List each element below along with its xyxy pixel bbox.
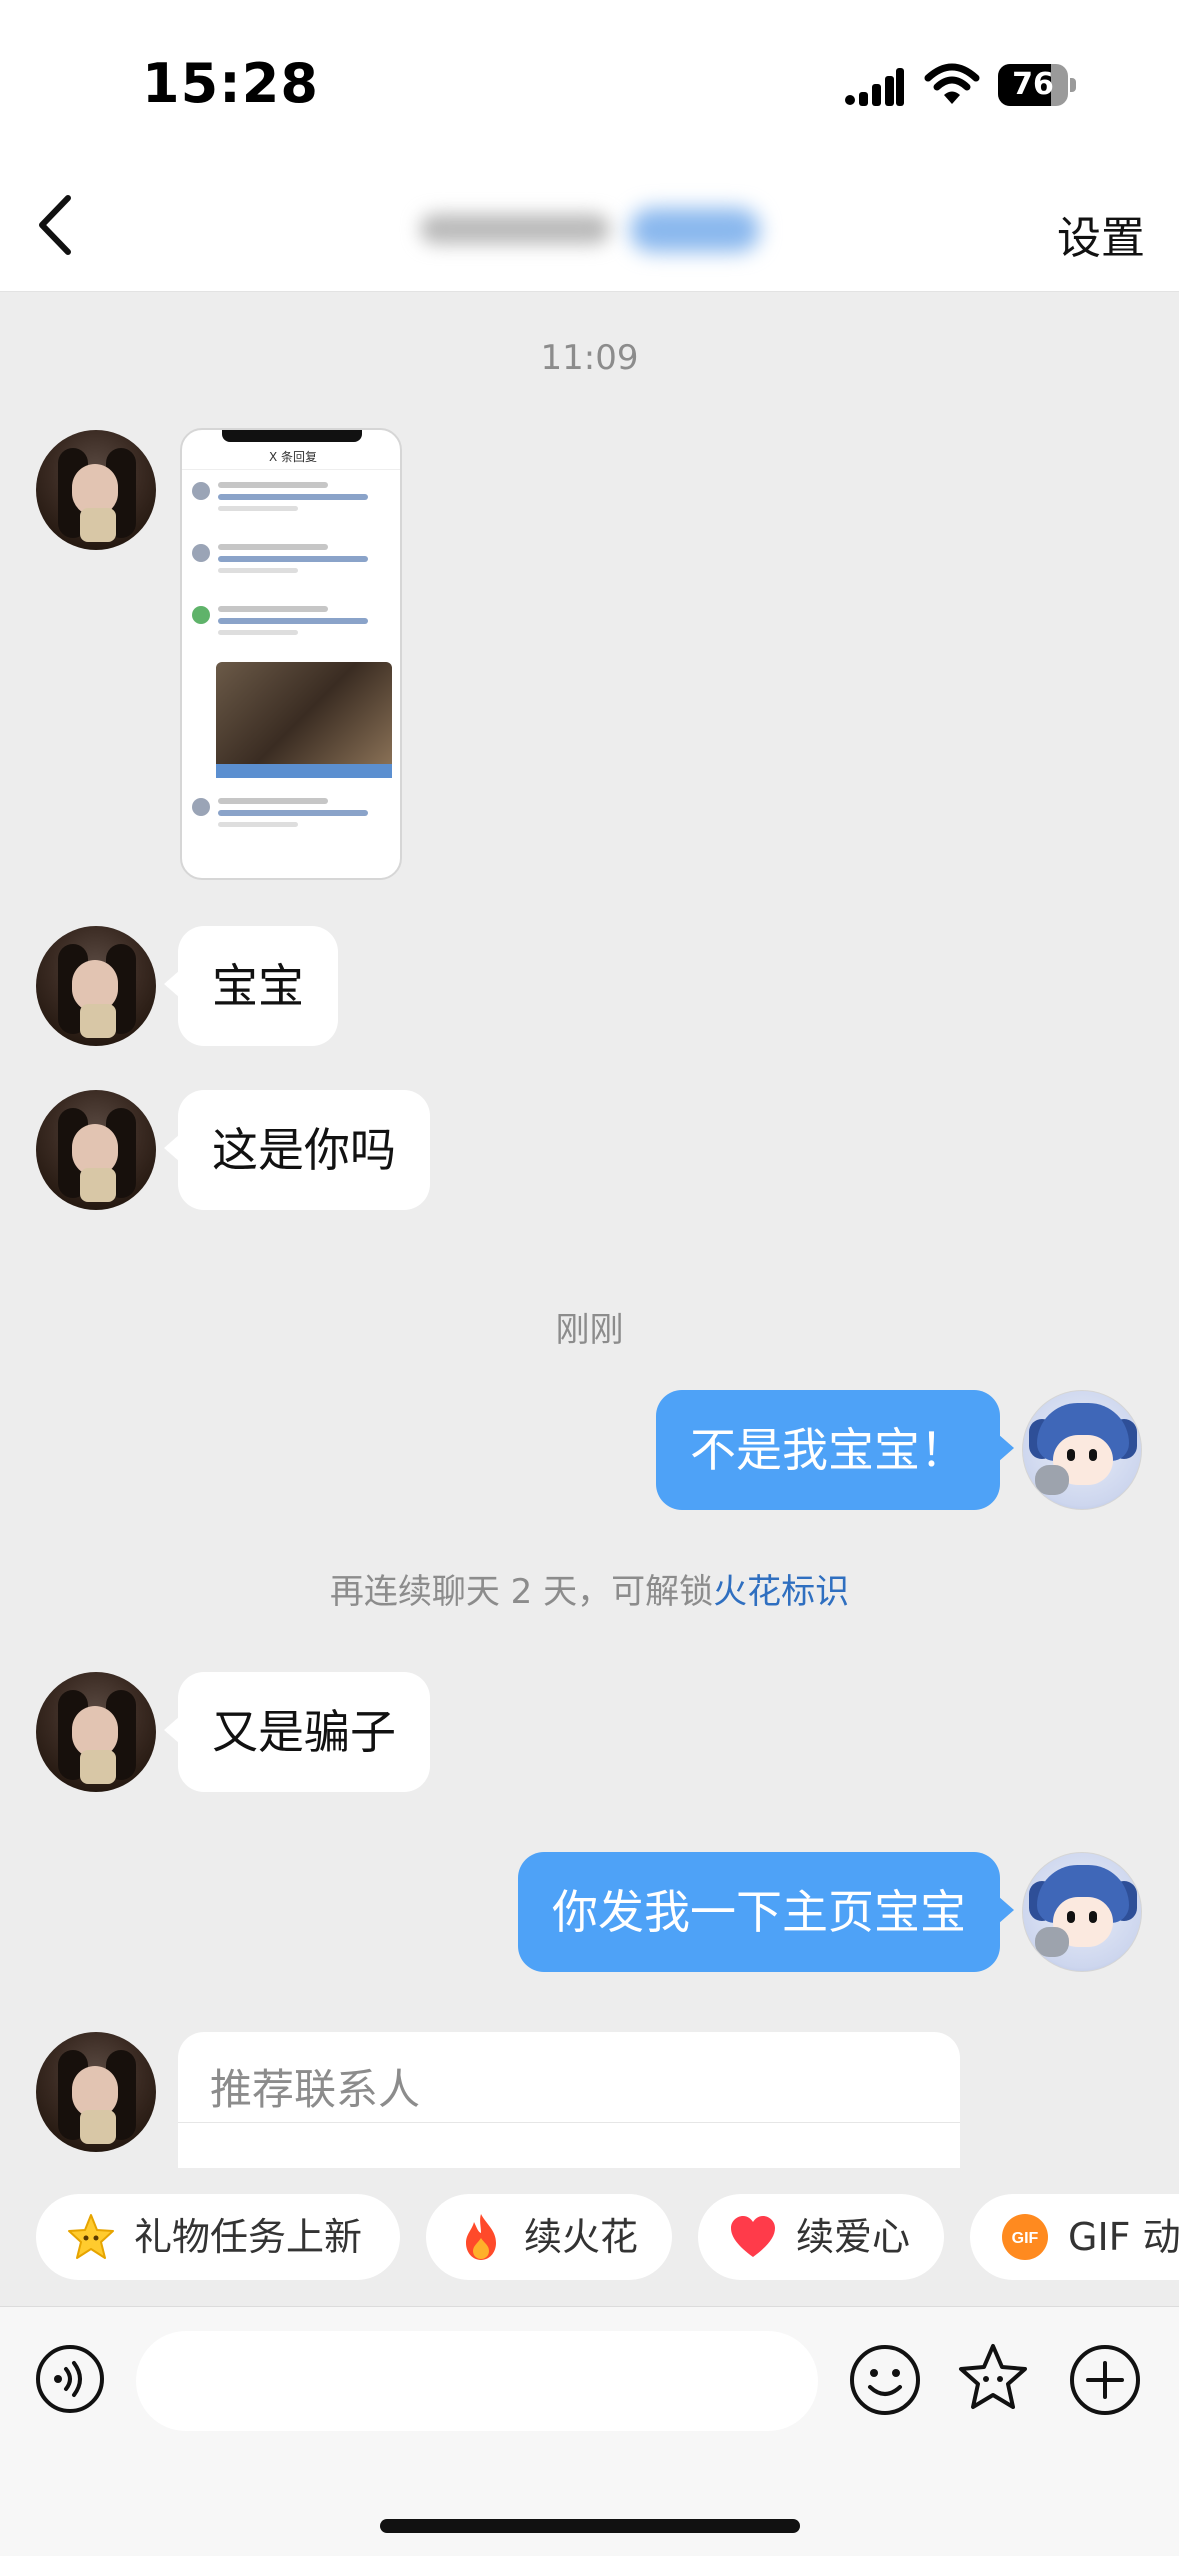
- star-badge-icon: [68, 2214, 114, 2259]
- message-input[interactable]: [136, 2331, 818, 2431]
- my-avatar[interactable]: [1022, 1852, 1142, 1972]
- chip-label: 续火花: [524, 2215, 639, 2259]
- battery-icon: 76: [998, 64, 1076, 106]
- contact-avatar[interactable]: [36, 2032, 156, 2152]
- heart-icon: [731, 2216, 775, 2257]
- input-bar: [0, 2306, 1179, 2556]
- chat-header: 设置: [0, 160, 1179, 292]
- image-message[interactable]: X 条回复: [180, 428, 402, 880]
- more-actions-button[interactable]: [1068, 2343, 1142, 2417]
- cellular-signal-icon: [845, 68, 904, 106]
- back-button[interactable]: [26, 190, 86, 260]
- chip-gift-task[interactable]: 礼物任务上新: [36, 2194, 400, 2280]
- gif-icon: GIF: [1002, 2214, 1048, 2260]
- contact-avatar[interactable]: [36, 926, 156, 1046]
- chip-label: 续爱心: [796, 2215, 911, 2259]
- message-bubble-sent[interactable]: 不是我宝宝！: [656, 1390, 1014, 1510]
- timestamp: 11:09: [540, 338, 639, 378]
- contact-avatar[interactable]: [36, 1090, 156, 1210]
- emoji-button[interactable]: [848, 2343, 922, 2417]
- settings-button[interactable]: 设置: [1057, 202, 1145, 266]
- message-bubble-sent[interactable]: 你发我一下主页宝宝: [518, 1852, 1014, 1972]
- status-time: 15:28: [142, 52, 319, 115]
- message-bubble-received[interactable]: 又是骗子: [164, 1672, 430, 1792]
- contact-avatar[interactable]: [36, 430, 156, 550]
- voice-input-button[interactable]: [34, 2343, 106, 2415]
- contact-name-redacted: [400, 200, 780, 260]
- sticker-star-button[interactable]: [955, 2341, 1031, 2417]
- message-bubble-received[interactable]: 这是你吗: [164, 1090, 430, 1210]
- message-bubble-received[interactable]: 宝宝: [164, 926, 338, 1046]
- image-header-text: X 条回复: [182, 444, 400, 470]
- chat-area[interactable]: 11:09 X 条回复 宝宝 这是你吗 刚刚 不是我宝宝！ 再连续聊天 2 天，…: [0, 292, 1179, 2168]
- fire-icon: [466, 2214, 496, 2260]
- chip-fire-streak[interactable]: 续火花: [426, 2194, 672, 2280]
- recommended-contact-card[interactable]: 推荐联系人: [178, 2032, 960, 2168]
- timestamp: 刚刚: [555, 1310, 624, 1350]
- battery-percent: 76: [1012, 67, 1054, 102]
- chip-label: GIF 动: [1068, 2215, 1179, 2259]
- chip-gif[interactable]: GIF GIF 动: [970, 2194, 1179, 2280]
- streak-notice-text: 再连续聊天 2 天，可解锁: [329, 1572, 714, 1612]
- status-bar: 15:28 76: [0, 0, 1179, 160]
- my-avatar[interactable]: [1022, 1390, 1142, 1510]
- chip-label: 礼物任务上新: [134, 2215, 363, 2259]
- contact-avatar[interactable]: [36, 1672, 156, 1792]
- contact-card-title: 推荐联系人: [210, 2065, 421, 2114]
- streak-notice: 再连续聊天 2 天，可解锁火花标识: [0, 1564, 1179, 1613]
- home-indicator: [380, 2519, 800, 2533]
- wifi-icon: [924, 63, 980, 104]
- chip-heart-streak[interactable]: 续爱心: [698, 2194, 944, 2280]
- svg-text:GIF: GIF: [1012, 2230, 1039, 2247]
- spark-badge-link[interactable]: 火花标识: [713, 1572, 849, 1612]
- image-photo-thumbnail: [216, 662, 392, 770]
- quick-action-bar: 礼物任务上新 续火花 续爱心 GIF GIF 动: [0, 2168, 1179, 2306]
